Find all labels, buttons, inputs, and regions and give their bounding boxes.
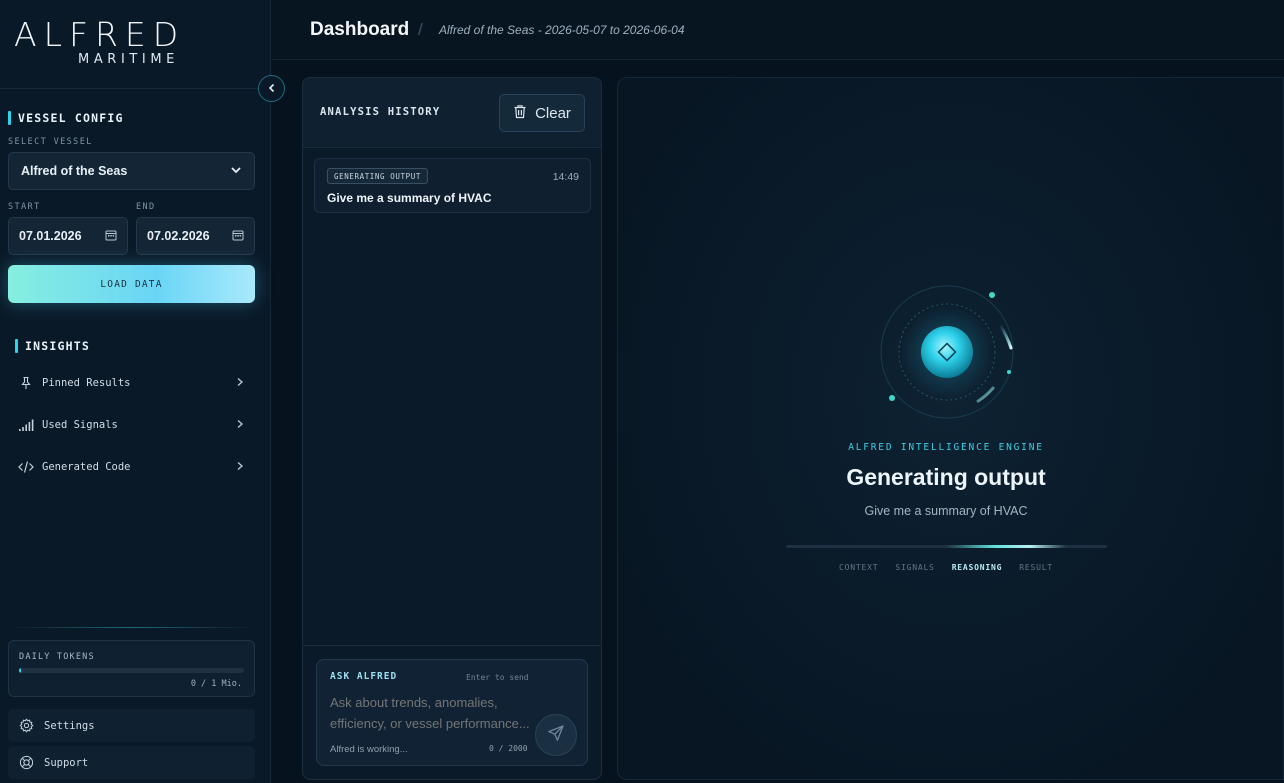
signal-bars-icon xyxy=(18,417,34,433)
header: Dashboard / Alfred of the Seas - 2026-05… xyxy=(272,0,1284,60)
ask-alfred-box: ASK ALFRED Enter to send Alfred is worki… xyxy=(316,659,588,766)
trash-icon xyxy=(513,104,527,123)
breadcrumb-separator: / xyxy=(418,20,423,39)
daily-tokens-label: DAILY TOKENS xyxy=(19,652,95,662)
support-label: Support xyxy=(44,756,89,769)
output-panel: ALFRED INTELLIGENCE ENGINE Generating ou… xyxy=(617,77,1284,780)
chevron-right-icon xyxy=(235,419,245,432)
nav-item-label: Pinned Results xyxy=(42,377,131,389)
insights-title: INSIGHTS xyxy=(15,339,90,353)
page-title: Dashboard xyxy=(310,19,410,40)
daily-tokens-fill xyxy=(19,668,22,673)
nav-item-label: Generated Code xyxy=(42,461,131,473)
ask-hint: Enter to send xyxy=(466,673,529,682)
history-item[interactable]: GENERATING OUTPUT 14:49 Give me a summar… xyxy=(314,158,591,213)
sidebar-divider xyxy=(0,88,271,89)
vessel-select[interactable]: Alfred of the Seas xyxy=(8,152,255,190)
generating-title: Generating output xyxy=(846,464,1046,490)
sidebar: ALFRED MARITIME VESSEL CONFIG SELECT VES… xyxy=(0,0,271,783)
support-button[interactable]: Support xyxy=(8,746,255,779)
brand-name: ALFRED xyxy=(14,15,186,54)
settings-button[interactable]: Settings xyxy=(8,709,255,742)
engine-orb xyxy=(876,281,1018,423)
ask-input[interactable] xyxy=(330,692,535,736)
brand-sub: MARITIME xyxy=(78,52,179,67)
nav-item-generated-code[interactable]: Generated Code xyxy=(8,450,255,484)
step-context: CONTEXT xyxy=(839,563,879,572)
daily-tokens-card: DAILY TOKENS 0 / 1 Mio. xyxy=(8,640,255,697)
collapse-sidebar-button[interactable] xyxy=(258,75,285,102)
daily-tokens-count: 0 / 1 Mio. xyxy=(190,679,242,689)
status-badge: GENERATING OUTPUT xyxy=(327,168,428,184)
history-item-text: Give me a summary of HVAC xyxy=(327,191,492,205)
code-icon xyxy=(18,459,34,475)
history-title: ANALYSIS HISTORY xyxy=(320,106,441,118)
progress-steps: CONTEXT SIGNALS REASONING RESULT xyxy=(618,563,1274,572)
analysis-history-panel: ANALYSIS HISTORY Clear GENERATING OUTPUT… xyxy=(302,77,602,780)
calendar-icon[interactable] xyxy=(105,229,117,244)
ask-status: Alfred is working... xyxy=(330,744,408,755)
end-date-value: 07.02.2026 xyxy=(147,229,210,243)
engine-label: ALFRED INTELLIGENCE ENGINE xyxy=(848,442,1044,453)
vessel-select-value: Alfred of the Seas xyxy=(21,164,128,178)
daily-tokens-bar xyxy=(19,668,244,673)
history-header: ANALYSIS HISTORY Clear xyxy=(303,78,601,148)
brand-logo: ALFRED MARITIME xyxy=(14,18,204,68)
progress-indicator xyxy=(946,545,1066,548)
start-label: START xyxy=(8,202,41,212)
lifebuoy-icon xyxy=(18,755,34,771)
tokens-divider xyxy=(8,627,255,628)
nav-item-used-signals[interactable]: Used Signals xyxy=(8,408,255,442)
step-signals: SIGNALS xyxy=(895,563,935,572)
ask-divider xyxy=(303,645,601,646)
clear-history-button[interactable]: Clear xyxy=(499,94,585,132)
nav-item-label: Used Signals xyxy=(42,419,118,431)
history-item-time: 14:49 xyxy=(552,171,579,183)
send-button[interactable] xyxy=(535,714,577,756)
send-icon xyxy=(547,724,565,747)
gear-icon xyxy=(18,718,34,734)
load-data-button[interactable]: LOAD DATA xyxy=(8,265,255,303)
chevron-right-icon xyxy=(235,461,245,474)
end-label: END xyxy=(136,202,156,212)
clear-label: Clear xyxy=(535,104,571,122)
progress-track xyxy=(786,545,1107,548)
start-date-input[interactable]: 07.01.2026 xyxy=(8,217,128,255)
chevron-down-icon xyxy=(230,164,242,179)
select-vessel-label: SELECT VESSEL xyxy=(8,137,93,147)
pin-icon xyxy=(18,375,34,391)
breadcrumb: Alfred of the Seas - 2026-05-07 to 2026-… xyxy=(439,23,685,37)
step-result: RESULT xyxy=(1019,563,1053,572)
settings-label: Settings xyxy=(44,719,95,732)
end-date-input[interactable]: 07.02.2026 xyxy=(136,217,255,255)
ask-alfred-label: ASK ALFRED xyxy=(330,671,398,682)
chevron-left-icon xyxy=(267,80,277,98)
start-date-value: 07.01.2026 xyxy=(19,229,82,243)
character-count: 0 / 2000 xyxy=(489,744,528,753)
nav-item-pinned-results[interactable]: Pinned Results xyxy=(8,366,255,400)
generating-subtitle: Give me a summary of HVAC xyxy=(864,504,1028,518)
step-reasoning: REASONING xyxy=(951,563,1003,572)
chevron-right-icon xyxy=(235,377,245,390)
calendar-icon[interactable] xyxy=(232,229,244,244)
vessel-config-title: VESSEL CONFIG xyxy=(8,111,124,125)
